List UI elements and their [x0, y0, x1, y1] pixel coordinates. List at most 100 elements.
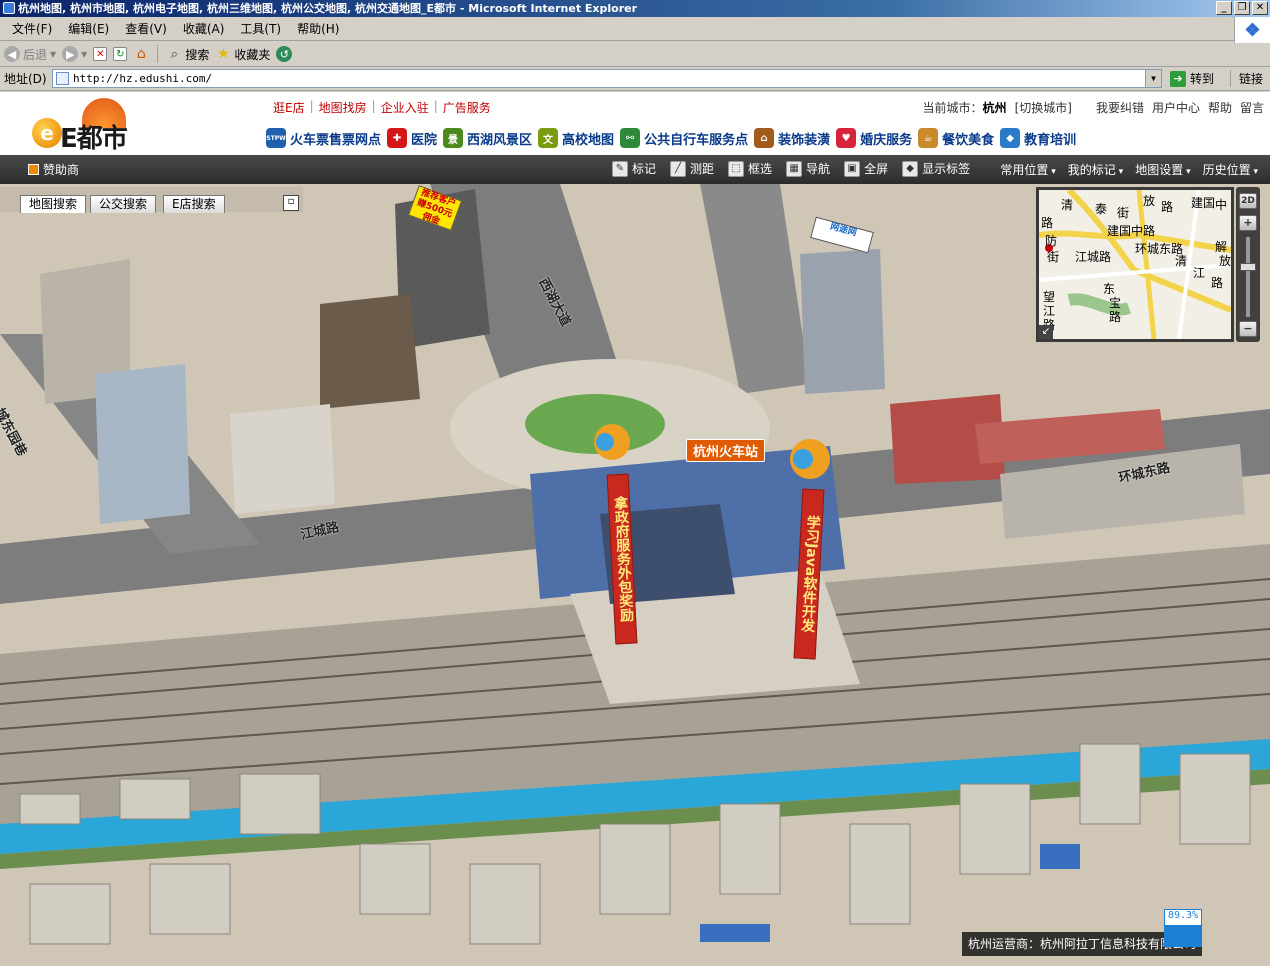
back-button[interactable]: ◀ 后退 ▼ [4, 46, 56, 63]
category-scenic[interactable]: 景西湖风景区 [443, 128, 532, 148]
report-error-link[interactable]: 我要纠错 [1096, 99, 1144, 116]
window-title: 杭州地图, 杭州市地图, 杭州电子地图, 杭州三维地图, 杭州公交地图, 杭州交… [18, 2, 638, 15]
tool-tag[interactable]: ◆ 显示标签 [902, 160, 970, 177]
tool-label: 框选 [748, 162, 773, 176]
address-input[interactable]: http://hz.edushi.com/ ▼ [52, 69, 1162, 88]
minimize-button[interactable]: _ [1216, 1, 1232, 15]
user-center-link[interactable]: 用户中心 [1152, 99, 1200, 116]
tool-measure[interactable]: ╱ 测距 [670, 160, 714, 177]
city-bar: 当前城市：杭州 [切换城市] 我要纠错 用户中心 帮助 留言 [923, 99, 1264, 116]
edushi-logo[interactable]: e E都市 [30, 98, 140, 154]
tool-navigation[interactable]: ▦ 导航 [786, 160, 830, 177]
stop-icon[interactable]: ✕ [93, 47, 108, 61]
menu-help[interactable]: 帮助(H) [289, 18, 347, 40]
top-links: 逛E店 | 地图找房 | 企业入驻 | 广告服务 [273, 99, 491, 116]
help-link[interactable]: 帮助 [1208, 99, 1232, 116]
navigation-icon: ▦ [786, 160, 803, 177]
my-marks-menu[interactable]: 我的标记 [1068, 161, 1123, 178]
message-link[interactable]: 留言 [1240, 99, 1264, 116]
minimap-label: 街 [1047, 250, 1060, 264]
category-house[interactable]: ⌂ 装饰装潢 [754, 128, 830, 148]
restore-button[interactable]: ❐ [1234, 1, 1250, 15]
heart-icon: ♥ [836, 128, 857, 148]
sponsor-link[interactable]: 赞助商 [28, 161, 79, 178]
category-hospital-cross[interactable]: ✚ 医院 [387, 128, 437, 148]
map-tools: ✎ 标记 ╱ 测距 ⬚ 框选 ▦ 导航 ▣ 全屏 ◆ 显示标签 [612, 160, 970, 177]
tool-label: 标记 [632, 162, 657, 176]
forward-button[interactable]: ▶ ▼ [62, 46, 87, 62]
address-dropdown-icon[interactable]: ▼ [1145, 70, 1161, 87]
minimap-label: 江 [1193, 266, 1206, 280]
minimap-label: 中 [1215, 198, 1228, 212]
category-train-ticket[interactable]: STPW 火车票售票网点 [266, 128, 381, 148]
tool-box-select[interactable]: ⬚ 框选 [728, 160, 772, 177]
ie-window-icon [3, 2, 15, 14]
category-food[interactable]: ☕ 餐饮美食 [918, 128, 994, 148]
links-button[interactable]: 链接 [1230, 70, 1263, 87]
map-settings-menu[interactable]: 地图设置 [1135, 161, 1190, 178]
category-label: 婚庆服务 [860, 132, 913, 148]
menu-edit[interactable]: 编辑(E) [60, 18, 117, 40]
overview-minimap[interactable]: 清泰街放路建国中路建国中路防街江城路环城东路清江路解放东宝路望江路↙ [1036, 187, 1234, 342]
menu-view[interactable]: 查看(V) [117, 18, 175, 40]
category-label: 医院 [411, 132, 438, 148]
category-label: 教育培训 [1024, 132, 1077, 148]
refresh-icon[interactable]: ↻ [113, 47, 128, 61]
category-bicycle[interactable]: ⚯ 公共自行车服务点 [620, 128, 748, 148]
category-education[interactable]: ◆ 教育培训 [1000, 128, 1076, 148]
search-button[interactable]: ⌕ 搜索 [166, 46, 210, 63]
station-label[interactable]: 杭州火车站 [686, 439, 766, 462]
minimap-label: 泰 [1095, 202, 1108, 216]
forward-dropdown-icon: ▼ [81, 49, 88, 59]
house-icon: ⌂ [754, 128, 775, 148]
close-button[interactable]: ✕ [1252, 1, 1268, 15]
menu-bar: 文件(F) 编辑(E) 查看(V) 收藏(A) 工具(T) 帮助(H) [0, 17, 1270, 41]
load-progress-indicator: 89.3% [1164, 909, 1202, 947]
map-toolbar: 赞助商 ✎ 标记 ╱测距 ⬚框选 ▦导航 ▣全屏 ◆显示标签 常用位置 我的标记 地图设置 … [0, 155, 1270, 184]
box-select-icon: ⬚ [728, 160, 745, 177]
category-label: 火车票售票网点 [290, 132, 382, 148]
favorites-button[interactable]: ★ 收藏夹 [215, 46, 270, 63]
link-find-house[interactable]: 地图找房 [319, 99, 367, 116]
history-locations-menu[interactable]: 历史位置 [1203, 161, 1258, 178]
tool-fullscreen[interactable]: ▣ 全屏 [844, 160, 888, 177]
minimap-label: 放 [1219, 254, 1232, 268]
windows-logo-icon: ❖ [1234, 17, 1270, 43]
minimap-label: 路 [1211, 276, 1224, 290]
menu-tools[interactable]: 工具(T) [232, 18, 289, 40]
link-e-shop[interactable]: 逛E店 [273, 99, 305, 116]
menu-file[interactable]: 文件(F) [4, 18, 60, 40]
link-business-join[interactable]: 企业入驻 [381, 99, 429, 116]
minimap-label: 街 [1117, 206, 1130, 220]
minimap-collapse-icon[interactable]: ↙ [1039, 325, 1053, 339]
history-icon[interactable]: ↺ [276, 46, 293, 62]
category-university[interactable]: 文高校地图 [538, 128, 614, 148]
site-header: e E都市 逛E店 | 地图找房 | 企业入驻 | 广告服务 当前城市：杭州 [切换城… [0, 92, 1270, 155]
common-locations-menu[interactable]: 常用位置 [1000, 161, 1055, 178]
view-2d-toggle[interactable]: 2D [1239, 193, 1257, 209]
tool-mark[interactable]: ✎ 标记 [612, 160, 656, 177]
tab-map-search[interactable]: 地图搜索 [20, 195, 87, 213]
link-ad-service[interactable]: 广告服务 [443, 99, 491, 116]
switch-city-link[interactable]: [切换城市] [1015, 99, 1072, 116]
go-arrow-icon: ➔ [1170, 70, 1186, 87]
bicycle-icon: ⚯ [620, 128, 641, 148]
zoom-out-icon[interactable]: − [1239, 321, 1257, 337]
tab-bus-search[interactable]: 公交搜索 [90, 195, 157, 213]
load-progress-text: 89.3% [1167, 910, 1199, 921]
go-button[interactable]: ➔ 转到 [1170, 70, 1214, 87]
logo-e-icon: e [32, 118, 62, 148]
tab-eshop-search[interactable]: E店搜索 [163, 195, 225, 213]
load-progress-fill [1165, 925, 1201, 946]
map-canvas[interactable]: 地图搜索 公交搜索 E店搜索 ▫ 西湖大道 江城路 环城东路 城东园巷 推荐客户… [0, 184, 1270, 966]
map-settings-menus: 常用位置 我的标记 地图设置 历史位置 [1000, 161, 1258, 178]
minimap-label: 防 [1045, 234, 1058, 248]
search-panel-toggle-icon[interactable]: ▫ [283, 195, 299, 211]
zoom-slider-thumb[interactable] [1240, 263, 1256, 271]
zoom-slider-track[interactable] [1246, 237, 1250, 317]
menu-favorites[interactable]: 收藏(A) [175, 18, 233, 40]
category-heart[interactable]: ♥ 婚庆服务 [836, 128, 912, 148]
minimap-label: 建国 [1191, 196, 1216, 210]
zoom-in-icon[interactable]: + [1239, 215, 1257, 231]
home-icon[interactable]: ⌂ [133, 46, 149, 62]
